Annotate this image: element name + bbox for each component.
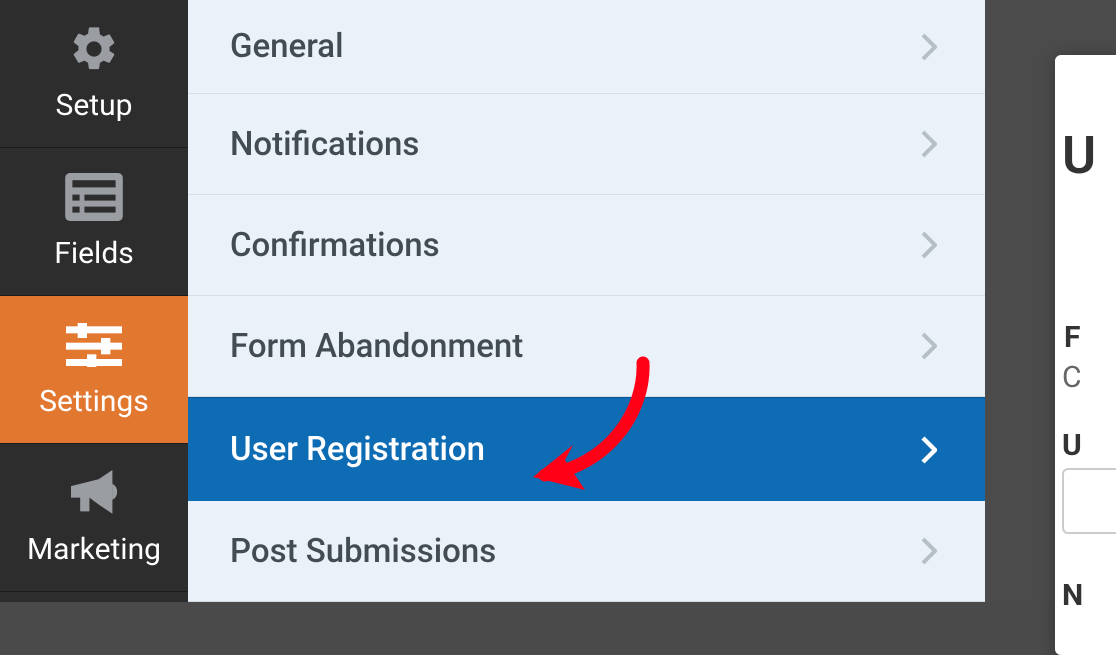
panel-item-general[interactable]: General <box>188 0 985 94</box>
megaphone-icon <box>64 468 124 518</box>
peek-line4: N <box>1062 578 1083 613</box>
peek-heading: U <box>1062 125 1096 186</box>
settings-panel: General Notifications Confirmations Form… <box>188 0 985 602</box>
peek-line2a: F <box>1064 320 1080 355</box>
sliders-icon <box>64 320 124 370</box>
peek-line3: U <box>1062 428 1082 463</box>
gear-icon <box>64 24 124 74</box>
sidebar-item-setup[interactable]: Setup <box>0 0 188 148</box>
chevron-right-icon <box>921 332 937 360</box>
peek-dropdown-fragment[interactable] <box>1062 468 1116 534</box>
list-icon <box>64 172 124 222</box>
panel-label-post-submissions: Post Submissions <box>230 532 496 571</box>
panel-label-form-abandonment: Form Abandonment <box>230 327 523 366</box>
panel-label-general: General <box>230 27 343 66</box>
sidebar-label-fields: Fields <box>54 236 133 271</box>
peek-line2b: C <box>1062 360 1082 395</box>
chevron-right-icon <box>921 436 937 464</box>
panel-item-user-registration[interactable]: User Registration <box>188 397 985 501</box>
chevron-right-icon <box>921 231 937 259</box>
sidebar-label-marketing: Marketing <box>27 532 161 567</box>
panel-label-confirmations: Confirmations <box>230 226 440 265</box>
sidebar-label-settings: Settings <box>39 384 149 419</box>
sidebar-label-setup: Setup <box>56 88 133 123</box>
panel-label-user-registration: User Registration <box>230 430 485 469</box>
panel-item-notifications[interactable]: Notifications <box>188 94 985 195</box>
panel-item-post-submissions[interactable]: Post Submissions <box>188 501 985 602</box>
chevron-right-icon <box>921 130 937 158</box>
sidebar: Setup Fields Settings Marketing <box>0 0 188 602</box>
sidebar-item-marketing[interactable]: Marketing <box>0 444 188 592</box>
chevron-right-icon <box>921 537 937 565</box>
panel-item-form-abandonment[interactable]: Form Abandonment <box>188 296 985 397</box>
sidebar-item-settings[interactable]: Settings <box>0 296 188 444</box>
chevron-right-icon <box>921 33 937 61</box>
panel-label-notifications: Notifications <box>230 125 419 164</box>
sidebar-item-fields[interactable]: Fields <box>0 148 188 296</box>
panel-item-confirmations[interactable]: Confirmations <box>188 195 985 296</box>
